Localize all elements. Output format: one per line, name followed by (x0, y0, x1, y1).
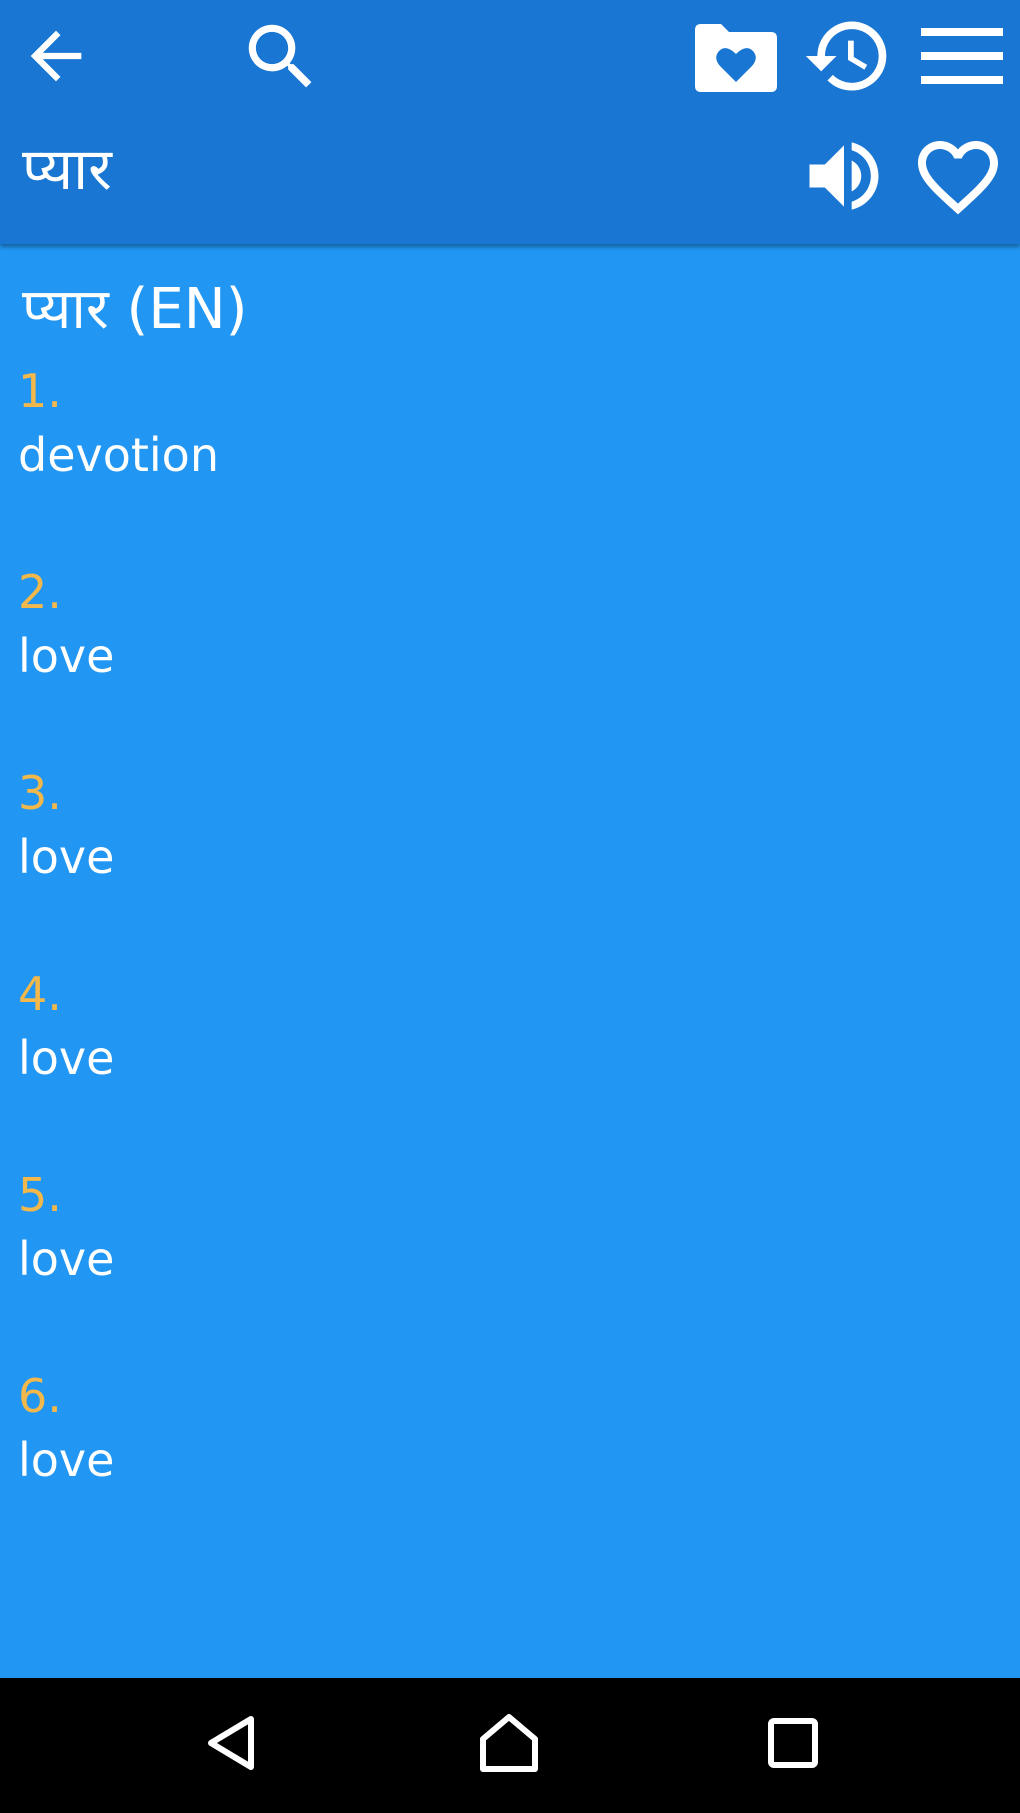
definition-content: प्यार (EN) 1. devotion 2. love 3. love 4… (0, 244, 1020, 1678)
search-icon (248, 24, 312, 88)
definition-item[interactable]: 6. love (18, 1369, 1000, 1570)
definition-number: 2. (18, 565, 62, 620)
toolbar (0, 0, 1020, 112)
definition-text: love (18, 1031, 115, 1086)
definition-number: 6. (18, 1369, 62, 1424)
definition-number: 1. (18, 364, 62, 419)
nav-home-icon (480, 1714, 538, 1772)
favorites-folder-icon (695, 24, 777, 92)
definition-item[interactable]: 5. love (18, 1168, 1000, 1369)
favorites-folder-button[interactable] (690, 14, 782, 98)
definition-item[interactable]: 4. love (18, 967, 1000, 1168)
nav-back-icon (208, 1716, 254, 1770)
definition-item[interactable]: 3. love (18, 766, 1000, 967)
app-window: प्यार प्यार (EN) 1. devotion 2. love 3. … (0, 0, 1020, 1813)
definition-number: 5. (18, 1168, 62, 1223)
history-icon (805, 21, 887, 91)
entry-heading: प्यार (EN) (22, 277, 248, 342)
definition-text: love (18, 629, 115, 684)
nav-back-button[interactable] (186, 1698, 276, 1788)
nav-recents-button[interactable] (748, 1698, 838, 1788)
menu-icon (921, 28, 1003, 84)
definition-text: love (18, 1433, 115, 1488)
menu-button[interactable] (916, 14, 1008, 98)
favorite-button[interactable] (908, 132, 1008, 222)
speaker-icon (809, 142, 879, 210)
pronounce-button[interactable] (796, 130, 892, 222)
search-button[interactable] (236, 12, 326, 102)
nav-recents-icon (768, 1718, 818, 1768)
word-title: प्यार (22, 135, 112, 203)
definition-text: devotion (18, 428, 219, 483)
back-arrow-icon (30, 30, 82, 82)
system-navigation-bar (0, 1678, 1020, 1813)
heart-outline-icon (918, 141, 998, 215)
definition-text: love (18, 830, 115, 885)
back-button[interactable] (14, 14, 98, 98)
definition-item[interactable]: 1. devotion (18, 364, 1000, 565)
word-bar: प्यार (0, 112, 1020, 244)
nav-home-button[interactable] (464, 1698, 554, 1788)
history-button[interactable] (800, 10, 896, 102)
app-bar: प्यार (0, 0, 1020, 244)
definition-text: love (18, 1232, 115, 1287)
definition-item[interactable]: 2. love (18, 565, 1000, 766)
definition-number: 4. (18, 967, 62, 1022)
definition-number: 3. (18, 766, 62, 821)
definition-list: 1. devotion 2. love 3. love 4. love 5. l… (18, 364, 1000, 1570)
